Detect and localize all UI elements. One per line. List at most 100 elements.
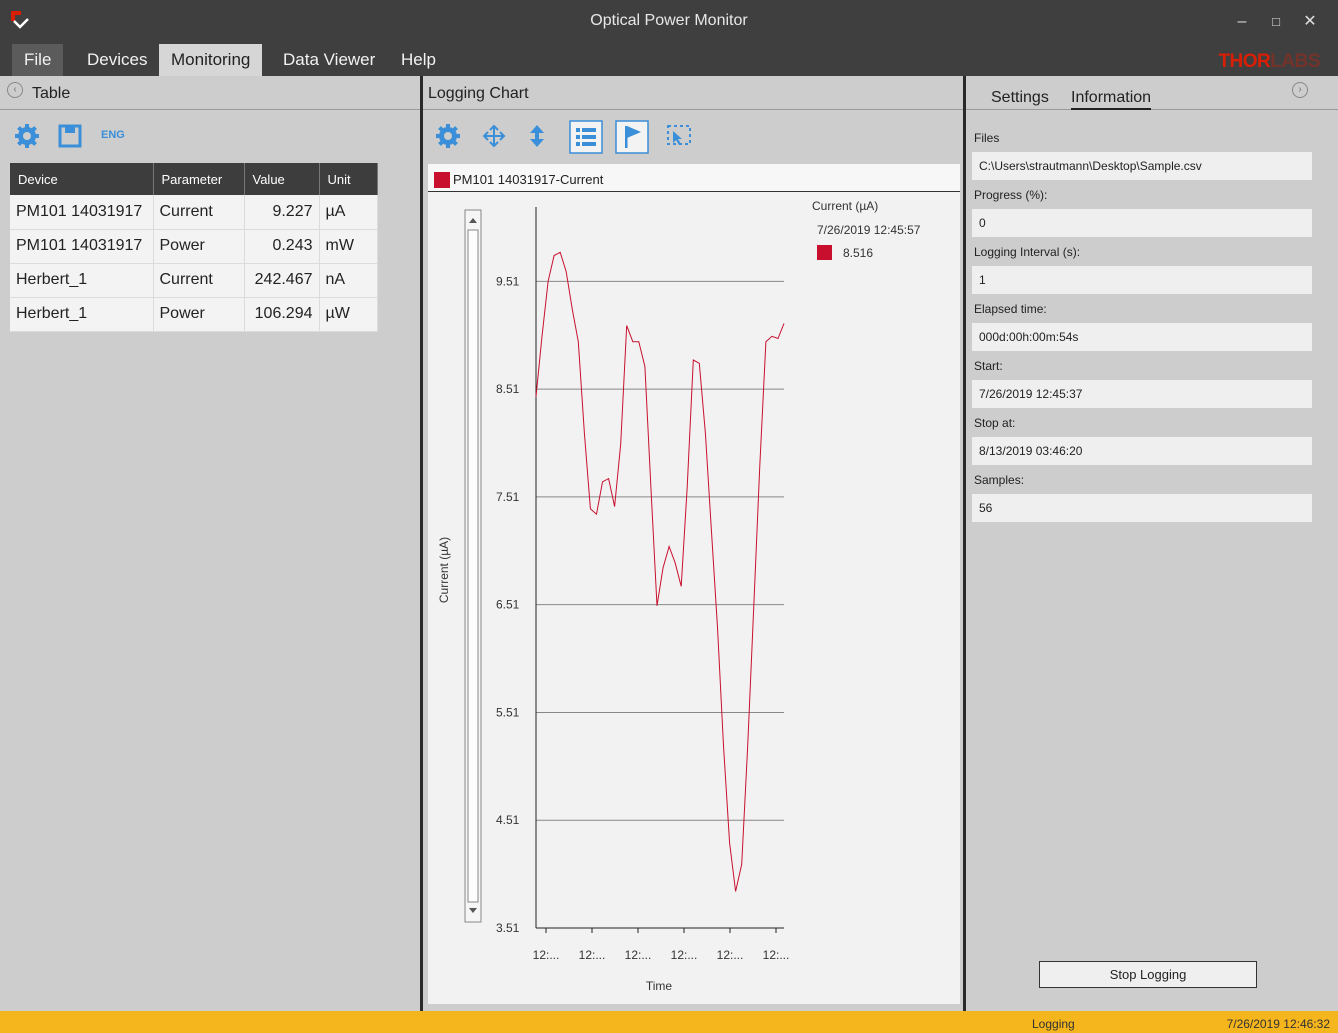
table-header-row: Device Parameter Value Unit	[10, 163, 378, 195]
logging-interval-label: Logging Interval (s):	[974, 245, 1081, 259]
x-axis-label: Time	[646, 979, 673, 993]
cursor-time: 7/26/2019 12:45:57	[817, 223, 921, 237]
cursor-value: 8.516	[843, 246, 873, 260]
stop-logging-button[interactable]: Stop Logging	[1039, 961, 1257, 988]
cell-unit: µW	[319, 297, 378, 332]
table-row[interactable]: Herbert_1 Power 106.294 µW	[10, 297, 378, 332]
menu-bar: File Devices Monitoring Data Viewer Help…	[0, 44, 1338, 76]
table-panel-header: ‹ Table	[0, 76, 420, 110]
samples-label: Samples:	[974, 473, 1025, 487]
chart-panel: Logging Chart PM101 14031917-Current Cur…	[423, 76, 963, 1011]
zoom-select-icon[interactable]	[665, 123, 693, 149]
y-tick-label: 6.51	[496, 598, 520, 612]
y-axis-label: Current (µA)	[437, 537, 451, 603]
y-tick-label: 4.51	[496, 813, 520, 827]
cell-device: PM101 14031917	[10, 195, 154, 230]
files-field: C:\Users\strautmann\Desktop\Sample.csv	[972, 152, 1312, 180]
x-tick-label: 12:...	[671, 948, 698, 962]
cell-value: 242.467	[244, 263, 320, 298]
device-table: Device Parameter Value Unit PM101 140319…	[10, 163, 378, 332]
y-tick-label: 7.51	[496, 490, 520, 504]
y-axis-ticks: 9.51 8.51 7.51 6.51 5.51 4.51 3.51	[496, 274, 520, 935]
cell-value: 0.243	[244, 229, 320, 264]
samples-field: 56	[972, 494, 1312, 522]
vertical-scrollbar[interactable]	[464, 209, 482, 923]
menu-monitoring[interactable]: Monitoring	[159, 44, 263, 76]
y-tick-label: 9.51	[496, 274, 520, 288]
cell-parameter: Power	[153, 229, 245, 264]
maximize-button[interactable]: □	[1264, 10, 1288, 34]
pan-icon[interactable]	[481, 123, 507, 149]
brand-logo: THORLABS	[1218, 51, 1320, 72]
logging-chart[interactable]: Current (µA) 9.51 8.51 7.51 6.51 5.51 4.51 3.5…	[428, 192, 960, 1004]
chart-panel-title: Logging Chart	[428, 85, 529, 102]
collapse-right-icon[interactable]: ›	[1292, 82, 1308, 98]
x-tick-label: 12:...	[763, 948, 790, 962]
logging-interval-field: 1	[972, 266, 1312, 294]
column-parameter[interactable]: Parameter	[153, 163, 245, 195]
cursor-label: Current (µA)	[812, 199, 878, 213]
chart-settings-icon[interactable]	[435, 123, 461, 149]
column-value[interactable]: Value	[244, 163, 320, 195]
cell-value: 106.294	[244, 297, 320, 332]
series-legend-label: PM101 14031917-Current	[453, 172, 604, 187]
minimize-button[interactable]: –	[1230, 10, 1254, 34]
table-row[interactable]: Herbert_1 Current 242.467 nA	[10, 263, 378, 298]
cell-parameter: Current	[153, 195, 245, 230]
tab-settings[interactable]: Settings	[991, 89, 1049, 107]
files-label: Files	[974, 131, 1000, 145]
cell-parameter: Power	[153, 297, 245, 332]
series-legend: PM101 14031917-Current	[428, 164, 960, 192]
list-icon[interactable]	[569, 120, 603, 154]
progress-label: Progress (%):	[974, 188, 1048, 202]
progress-field: 0	[972, 209, 1312, 237]
series-current	[535, 251, 785, 892]
table-row[interactable]: PM101 14031917 Power 0.243 mW	[10, 229, 378, 264]
vertical-zoom-icon[interactable]	[527, 123, 547, 149]
save-icon[interactable]	[58, 123, 82, 149]
column-device[interactable]: Device	[10, 163, 154, 195]
menu-devices[interactable]: Devices	[75, 44, 159, 76]
menu-help[interactable]: Help	[389, 44, 448, 76]
cell-device: Herbert_1	[10, 297, 154, 332]
x-tick-label: 12:...	[717, 948, 744, 962]
cell-device: Herbert_1	[10, 263, 154, 298]
start-field: 7/26/2019 12:45:37	[972, 380, 1312, 408]
flag-icon[interactable]	[615, 120, 649, 154]
series-color-swatch	[434, 172, 450, 188]
menu-data-viewer[interactable]: Data Viewer	[271, 44, 387, 76]
cell-unit: nA	[319, 263, 378, 298]
info-panel: Settings Information › Files C:\Users\st…	[966, 76, 1338, 1011]
cell-unit: mW	[319, 229, 378, 264]
table-panel-title: Table	[32, 85, 71, 102]
title-bar: Optical Power Monitor – □ ✕	[0, 0, 1338, 44]
elapsed-time-label: Elapsed time:	[974, 302, 1047, 316]
column-unit[interactable]: Unit	[319, 163, 378, 195]
table-row[interactable]: PM101 14031917 Current 9.227 µA	[10, 195, 378, 230]
tab-information[interactable]: Information	[1071, 89, 1152, 110]
x-axis-ticks: 12:... 12:... 12:... 12:... 12:... 12:...	[533, 928, 790, 962]
scroll-thumb[interactable]	[467, 229, 479, 903]
menu-file[interactable]: File	[12, 44, 64, 76]
gridlines	[536, 280, 784, 821]
close-button[interactable]: ✕	[1298, 10, 1322, 34]
cell-value: 9.227	[244, 195, 320, 230]
status-time: 7/26/2019 12:46:32	[1226, 1017, 1330, 1031]
language-button[interactable]: ENG	[101, 129, 125, 141]
x-tick-label: 12:...	[533, 948, 560, 962]
cell-unit: µA	[319, 195, 378, 230]
elapsed-time-field: 000d:00h:00m:54s	[972, 323, 1312, 351]
chart-panel-header: Logging Chart	[423, 76, 963, 110]
x-tick-label: 12:...	[579, 948, 606, 962]
y-tick-label: 8.51	[496, 382, 520, 396]
gear-icon[interactable]	[14, 123, 40, 149]
window-title: Optical Power Monitor	[590, 12, 748, 29]
x-tick-label: 12:...	[625, 948, 652, 962]
series-line	[535, 251, 785, 892]
cell-device: PM101 14031917	[10, 229, 154, 264]
start-label: Start:	[974, 359, 1003, 373]
table-panel: ‹ Table ENG Device Parameter Value Unit …	[0, 76, 420, 1011]
stop-at-label: Stop at:	[974, 416, 1016, 430]
y-tick-label: 3.51	[496, 921, 520, 935]
collapse-left-icon[interactable]: ‹	[7, 82, 23, 98]
